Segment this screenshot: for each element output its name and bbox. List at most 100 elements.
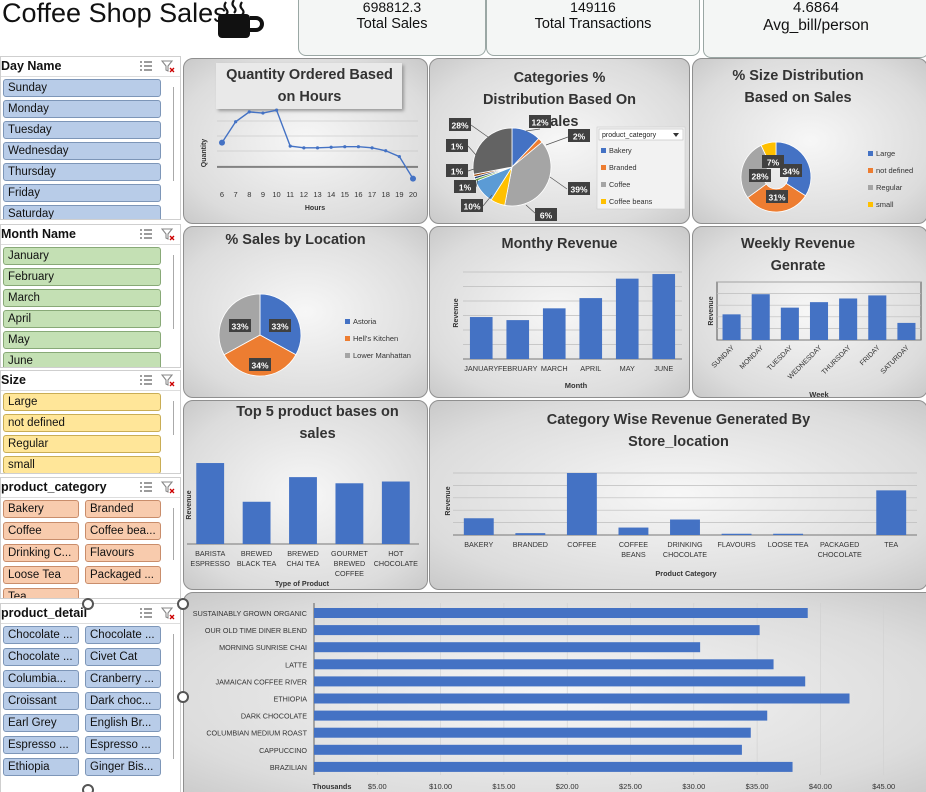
legend-swatch: [601, 199, 606, 204]
coffee-cup-icon: [218, 0, 264, 38]
slicer-item[interactable]: Coffee: [3, 522, 79, 540]
kpi-total-transactions: 149116 Total Transactions: [486, 0, 700, 56]
slicer-item[interactable]: not defined: [3, 414, 161, 432]
pie-chart: 12% 2% 39% 6% 10% 1% 1% 1% 28% product_category Ba…: [446, 115, 686, 221]
slicer-item[interactable]: April: [3, 310, 161, 328]
bar: [721, 533, 752, 535]
tick-label: 12: [300, 190, 308, 199]
slicer-item[interactable]: Croissant: [3, 692, 79, 710]
data-point: [370, 146, 374, 150]
resize-handle[interactable]: [177, 691, 189, 703]
resize-handle[interactable]: [177, 598, 189, 610]
multi-select-icon[interactable]: [139, 606, 153, 620]
slicer-item[interactable]: February: [3, 268, 161, 286]
tick-label: MONDAY: [739, 344, 766, 371]
multi-select-icon[interactable]: [139, 373, 153, 387]
slicer-scrollbar[interactable]: [173, 401, 177, 435]
slicer-item[interactable]: Ginger Bis...: [85, 758, 161, 776]
bar: [839, 298, 858, 340]
data-label: 28%: [449, 118, 471, 131]
slicer-item[interactable]: Friday: [3, 184, 161, 202]
tick-label: LOOSE TEA: [768, 540, 809, 549]
slicer-item[interactable]: Packaged ...: [85, 566, 161, 584]
resize-handle[interactable]: [82, 598, 94, 610]
data-point: [274, 108, 279, 112]
legend-swatch: [601, 165, 606, 170]
slicer-item[interactable]: June: [3, 352, 161, 367]
panel-top5: Top 5 product bases on sales BARISTA ESPR…: [183, 400, 428, 590]
tick-label: FRIDAY: [859, 344, 882, 367]
clear-filter-icon[interactable]: [161, 606, 175, 620]
panel-categories: Categories % Distribution Based On Sales…: [429, 58, 690, 224]
slicer-scrollbar[interactable]: [173, 508, 177, 560]
slicer-item[interactable]: Dark choc...: [85, 692, 161, 710]
tick-label: JAMAICAN COFFEE RIVER: [216, 677, 307, 686]
slicer-item[interactable]: Coffee bea...: [85, 522, 161, 540]
multi-select-icon[interactable]: [139, 227, 153, 241]
slicer-item[interactable]: Chocolate ...: [85, 626, 161, 644]
slicer-scrollbar[interactable]: [173, 87, 177, 181]
svg-text:12%: 12%: [531, 118, 548, 128]
tick-label: OUR OLD TIME DINER BLEND: [205, 626, 307, 635]
slicer-item[interactable]: Wednesday: [3, 142, 161, 160]
slicer-item[interactable]: Columbia...: [3, 670, 79, 688]
resize-handle[interactable]: [82, 784, 94, 792]
slicer-item[interactable]: Monday: [3, 100, 161, 118]
slicer-item[interactable]: March: [3, 289, 161, 307]
bar: [314, 744, 742, 755]
multi-select-icon[interactable]: [139, 59, 153, 73]
legend-entry: Regular: [876, 183, 903, 192]
bar: [579, 298, 603, 359]
svg-text:33%: 33%: [271, 322, 288, 332]
slicer-item[interactable]: Sunday: [3, 79, 161, 97]
slicer-item[interactable]: Drinking C...: [3, 544, 79, 562]
bar: [314, 625, 760, 636]
multi-select-icon[interactable]: [139, 480, 153, 494]
slicer-item[interactable]: Branded: [85, 500, 161, 518]
svg-text:28%: 28%: [751, 172, 768, 182]
tick-label: 11: [286, 190, 294, 199]
bar: [615, 278, 639, 359]
clear-filter-icon[interactable]: [161, 480, 175, 494]
slicer-item[interactable]: Large: [3, 393, 161, 411]
slicer-item[interactable]: Cranberry ...: [85, 670, 161, 688]
x-axis-title: Product Category: [655, 569, 717, 578]
slicer-scrollbar[interactable]: [173, 255, 177, 329]
slicer-item[interactable]: Chocolate ...: [3, 626, 79, 644]
slicer-item[interactable]: May: [3, 331, 161, 349]
clear-filter-icon[interactable]: [161, 227, 175, 241]
data-point: [234, 120, 238, 124]
slicer-item[interactable]: small: [3, 456, 161, 473]
slicer-item[interactable]: Ethiopia: [3, 758, 79, 776]
slicer-title: Day Name: [1, 59, 62, 73]
slicer-item[interactable]: Flavours: [85, 544, 161, 562]
slicer-item[interactable]: Espresso ...: [3, 736, 79, 754]
slicer-item[interactable]: Bakery: [3, 500, 79, 518]
slicer-item[interactable]: Thursday: [3, 163, 161, 181]
slicer-item[interactable]: English Br...: [85, 714, 161, 732]
slicer-item[interactable]: January: [3, 247, 161, 265]
svg-text:34%: 34%: [782, 167, 799, 177]
slicer-item[interactable]: Tea: [3, 588, 79, 598]
kpi-value: 4.6864: [793, 0, 839, 16]
data-point: [219, 139, 225, 146]
tick-label: $5.00: [368, 782, 387, 791]
clear-filter-icon[interactable]: [161, 59, 175, 73]
bar: [670, 519, 700, 535]
svg-text:10%: 10%: [463, 202, 480, 212]
slicer-items: Large not defined Regular small: [1, 393, 166, 473]
bar: [566, 473, 597, 535]
slicer-item[interactable]: Regular: [3, 435, 161, 453]
slicer-item[interactable]: Chocolate ...: [3, 648, 79, 666]
bar-chart: BARISTA ESPRESSO BREWED BLACK TEA BREWED CHAI…: [186, 463, 419, 588]
slicer-header: product_category: [1, 478, 180, 498]
slicer-item[interactable]: Saturday: [3, 205, 161, 219]
slicer-item[interactable]: Civet Cat: [85, 648, 161, 666]
slicer-item[interactable]: Loose Tea: [3, 566, 79, 584]
panel-size: % Size Distribution Based on Sales 34% 31…: [692, 58, 926, 224]
slicer-item[interactable]: Espresso ...: [85, 736, 161, 754]
legend-swatch: [868, 185, 873, 190]
clear-filter-icon[interactable]: [161, 373, 175, 387]
slicer-item[interactable]: Earl Grey: [3, 714, 79, 732]
slicer-item[interactable]: Tuesday: [3, 121, 161, 139]
